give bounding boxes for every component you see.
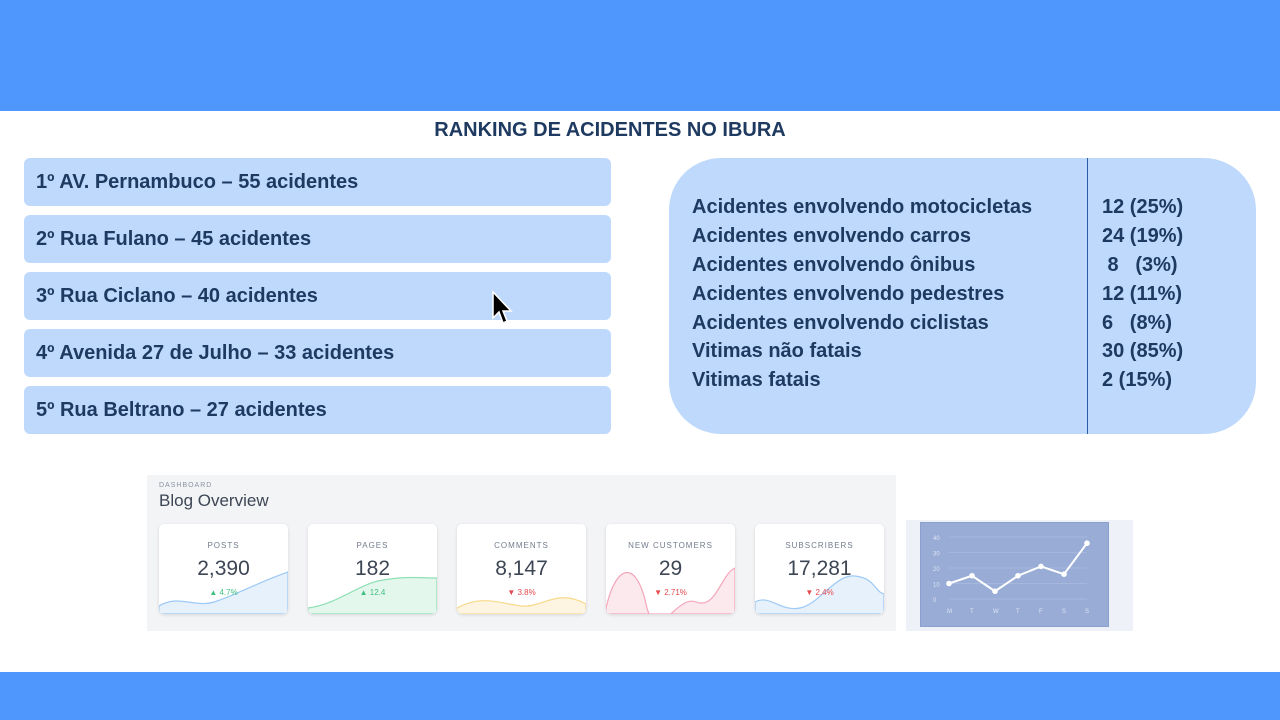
mini-y-tick: 30 <box>933 552 940 558</box>
ranking-item-5: 5º Rua Beltrano – 27 acidentes <box>24 386 611 434</box>
mini-point <box>969 572 975 579</box>
card-value: 17,281 <box>787 557 852 580</box>
stat-card-pages: PAGES 182 ▲ 12.4 <box>308 524 437 614</box>
stats-divider <box>1087 158 1088 434</box>
mini-series-line <box>948 542 1088 593</box>
mini-chart-svg: 40 30 20 10 0 M T W T F S S <box>933 536 1090 615</box>
stat-value-pedestrians: 12 (11%) <box>1102 283 1183 305</box>
mini-y-tick: 40 <box>933 536 940 542</box>
stat-value-fatal: 2 (15%) <box>1102 369 1173 391</box>
mini-x-label: F <box>1039 609 1043 615</box>
accident-stats-panel: Acidentes envolvendo motocicletas 12 (25… <box>669 158 1256 434</box>
stat-value-cars: 24 (19%) <box>1102 225 1184 247</box>
ranking-item-3: 3º Rua Ciclano – 40 acidentes <box>24 272 611 320</box>
mini-chart-panel: 40 30 20 10 0 M T W T F S S <box>920 522 1109 627</box>
stat-value-motorcycles: 12 (25%) <box>1102 196 1184 218</box>
mini-point <box>992 588 998 595</box>
stat-label-nonfatal: Vitimas não fatais <box>692 340 862 362</box>
stat-label-pedestrians: Acidentes envolvendo pedestres <box>692 283 1005 305</box>
card-change: ▲ 12.4 <box>359 588 386 597</box>
mini-x-label: T <box>1016 609 1020 615</box>
card-change: ▼ 2.71% <box>654 588 687 597</box>
stat-card-comments: COMMENTS 8,147 ▼ 3.8% <box>457 524 586 614</box>
mini-y-tick: 20 <box>933 567 940 573</box>
stat-card-subscribers: SUBSCRIBERS 17,281 ▼ 2.4% <box>755 524 884 614</box>
card-value: 2,390 <box>197 557 250 580</box>
mini-point <box>1061 571 1067 577</box>
top-banner <box>0 0 1280 111</box>
mini-point <box>1038 563 1044 570</box>
mini-x-label: M <box>947 609 952 615</box>
ranking-item-1: 1º AV. Pernambuco – 55 acidentes <box>24 158 611 206</box>
mini-x-label: S <box>1062 609 1066 615</box>
card-label: PAGES <box>356 541 389 550</box>
card-change: ▼ 2.4% <box>805 588 834 597</box>
stat-value-cyclists: 6 (8%) <box>1102 312 1173 334</box>
stat-label-cars: Acidentes envolvendo carros <box>692 225 971 247</box>
card-value: 8,147 <box>495 557 548 580</box>
stat-card-posts: POSTS 2,390 ▲ 4.7% <box>159 524 288 614</box>
mini-x-label: W <box>993 609 999 615</box>
dashboard-kicker: DASHBOARD <box>159 482 213 489</box>
dashboard-title: Blog Overview <box>159 491 269 510</box>
mini-y-tick: 10 <box>933 583 940 589</box>
mouse-cursor-icon <box>492 290 513 325</box>
card-label: SUBSCRIBERS <box>785 541 854 550</box>
mini-point <box>1084 540 1090 546</box>
sparkline-area <box>457 597 586 614</box>
card-value: 182 <box>354 557 391 580</box>
stat-value-nonfatal: 30 (85%) <box>1102 340 1184 362</box>
ranking-list: 1º AV. Pernambuco – 55 acidentes 2º Rua … <box>24 158 611 443</box>
page-title: RANKING DE ACIDENTES NO IBURA <box>434 119 786 141</box>
card-change: ▲ 4.7% <box>209 588 238 597</box>
stat-label-fatal: Vitimas fatais <box>692 369 821 391</box>
bottom-banner <box>0 672 1280 720</box>
mini-x-label: S <box>1085 609 1089 615</box>
blog-overview-dashboard: DASHBOARD Blog Overview POSTS 2,390 ▲ 4.… <box>147 475 896 631</box>
card-label: NEW CUSTOMERS <box>628 541 713 550</box>
card-label: COMMENTS <box>494 541 549 550</box>
card-value: 29 <box>658 557 683 580</box>
ranking-item-2: 2º Rua Fulano – 45 acidentes <box>24 215 611 263</box>
stat-label-motorcycles: Acidentes envolvendo motocicletas <box>692 196 1033 218</box>
stat-card-new-customers: NEW CUSTOMERS 29 ▼ 2.71% <box>606 524 735 614</box>
card-label: POSTS <box>207 541 240 550</box>
card-change: ▼ 3.8% <box>507 588 536 597</box>
mini-y-tick: 0 <box>933 598 937 604</box>
stat-label-cyclists: Acidentes envolvendo ciclistas <box>692 312 989 334</box>
mini-point <box>1015 572 1021 579</box>
mini-x-label: T <box>970 609 974 615</box>
mini-point <box>946 580 952 587</box>
mini-line-chart: 40 30 20 10 0 M T W T F S S <box>906 520 1133 631</box>
ranking-item-4: 4º Avenida 27 de Julho – 33 acidentes <box>24 329 611 377</box>
stat-value-buses: 8 (3%) <box>1102 254 1178 276</box>
stat-label-buses: Acidentes envolvendo ônibus <box>692 254 976 276</box>
